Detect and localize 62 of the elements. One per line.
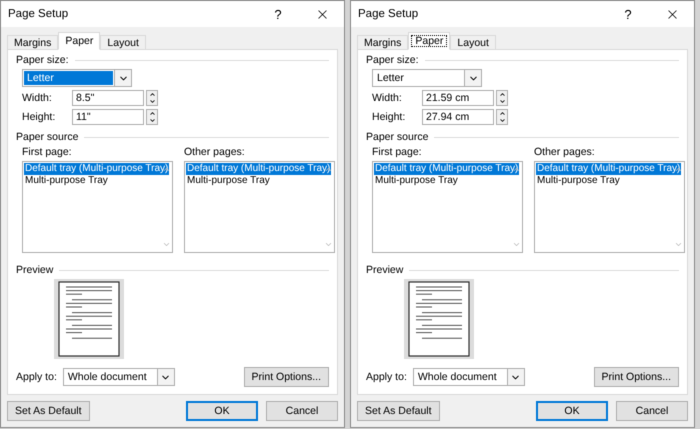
spin-up-icon — [498, 91, 506, 98]
print-options-button[interactable]: Print Options... — [594, 367, 679, 387]
field-label: Apply to: — [16, 371, 57, 383]
list-item[interactable]: Multi-purpose Tray — [186, 175, 271, 187]
field-label: Height: — [22, 111, 56, 123]
paper-size-dropdown[interactable]: Letter — [372, 69, 482, 87]
list-item[interactable]: Default tray (Multi-purpose Tray) — [24, 163, 170, 175]
dialog-button[interactable]: OK — [186, 401, 258, 421]
spin-down-icon — [148, 117, 156, 124]
list-label: First page: — [372, 146, 423, 158]
field-label: Width: — [372, 92, 403, 104]
list-item[interactable]: Default tray (Multi-purpose Tray) — [536, 163, 682, 175]
window-title: Page Setup — [358, 8, 420, 20]
tab[interactable]: Layout — [100, 35, 146, 50]
tab[interactable]: Margins — [7, 35, 58, 50]
apply-to-dropdown[interactable]: Whole document — [412, 368, 525, 386]
group-label: Paper size: — [16, 54, 69, 66]
list-item[interactable]: Default tray (Multi-purpose Tray) — [186, 163, 332, 175]
list-item[interactable]: Multi-purpose Tray — [374, 175, 459, 187]
spinner-control[interactable] — [496, 90, 508, 106]
spinner-control[interactable] — [146, 90, 158, 106]
help-button[interactable]: ? — [606, 1, 650, 27]
list-label: Other pages: — [534, 146, 596, 158]
group-label: Paper size: — [366, 54, 419, 66]
field-label: Height: — [372, 111, 406, 123]
spin-down-icon — [498, 117, 506, 124]
spin-up-icon — [498, 110, 506, 117]
tab[interactable]: Layout — [450, 35, 496, 50]
input-field[interactable]: 27.94 cm — [422, 109, 494, 125]
spin-down-icon — [498, 98, 506, 105]
spinner-control[interactable] — [496, 109, 508, 125]
set-default-button[interactable]: Set As Default — [7, 401, 90, 421]
dialog-button[interactable]: Cancel — [616, 401, 688, 421]
help-button[interactable]: ? — [256, 1, 300, 27]
tab[interactable]: Margins — [357, 35, 408, 50]
tab[interactable]: Paper — [408, 32, 450, 50]
spinner-control[interactable] — [146, 109, 158, 125]
list-item[interactable]: Default tray (Multi-purpose Tray) — [374, 163, 520, 175]
input-field[interactable]: 8.5" — [72, 90, 144, 106]
dialog-button[interactable]: Cancel — [266, 401, 338, 421]
list-label: Other pages: — [184, 146, 246, 158]
window-title: Page Setup — [8, 8, 70, 20]
input-field[interactable]: 11" — [72, 109, 144, 125]
print-options-button[interactable]: Print Options... — [244, 367, 329, 387]
group-label: Preview — [16, 264, 54, 276]
spin-down-icon — [148, 98, 156, 105]
set-default-button[interactable]: Set As Default — [357, 401, 440, 421]
input-field[interactable]: 21.59 cm — [422, 90, 494, 106]
group-label: Paper source — [16, 131, 78, 143]
tab[interactable]: Paper — [58, 32, 100, 50]
list-label: First page: — [22, 146, 73, 158]
paper-size-dropdown[interactable]: Letter — [22, 69, 132, 87]
list-item[interactable]: Multi-purpose Tray — [536, 175, 621, 187]
dialog-button[interactable]: OK — [536, 401, 608, 421]
group-label: Preview — [366, 264, 404, 276]
apply-to-dropdown[interactable]: Whole document — [62, 368, 175, 386]
field-label: Width: — [22, 92, 53, 104]
list-item[interactable]: Multi-purpose Tray — [24, 175, 109, 187]
spin-up-icon — [148, 110, 156, 117]
spin-up-icon — [148, 91, 156, 98]
group-label: Paper source — [366, 131, 428, 143]
field-label: Apply to: — [366, 371, 407, 383]
